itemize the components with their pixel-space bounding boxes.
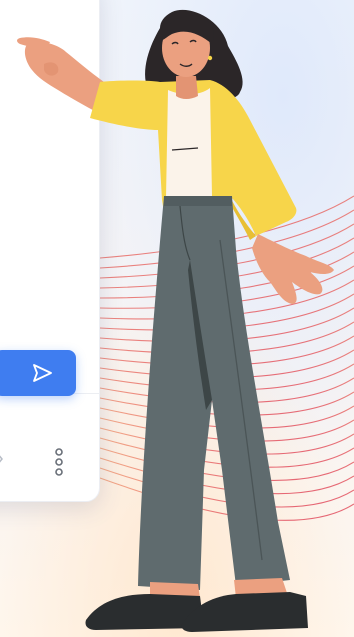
inner-top [166, 88, 212, 198]
woman-pointing-illustration [17, 9, 334, 632]
illustration-stage [0, 0, 354, 637]
waistband [164, 196, 232, 206]
neck [176, 76, 198, 99]
right-shoe [181, 592, 308, 632]
right-hand [252, 234, 334, 304]
earring [207, 55, 213, 61]
